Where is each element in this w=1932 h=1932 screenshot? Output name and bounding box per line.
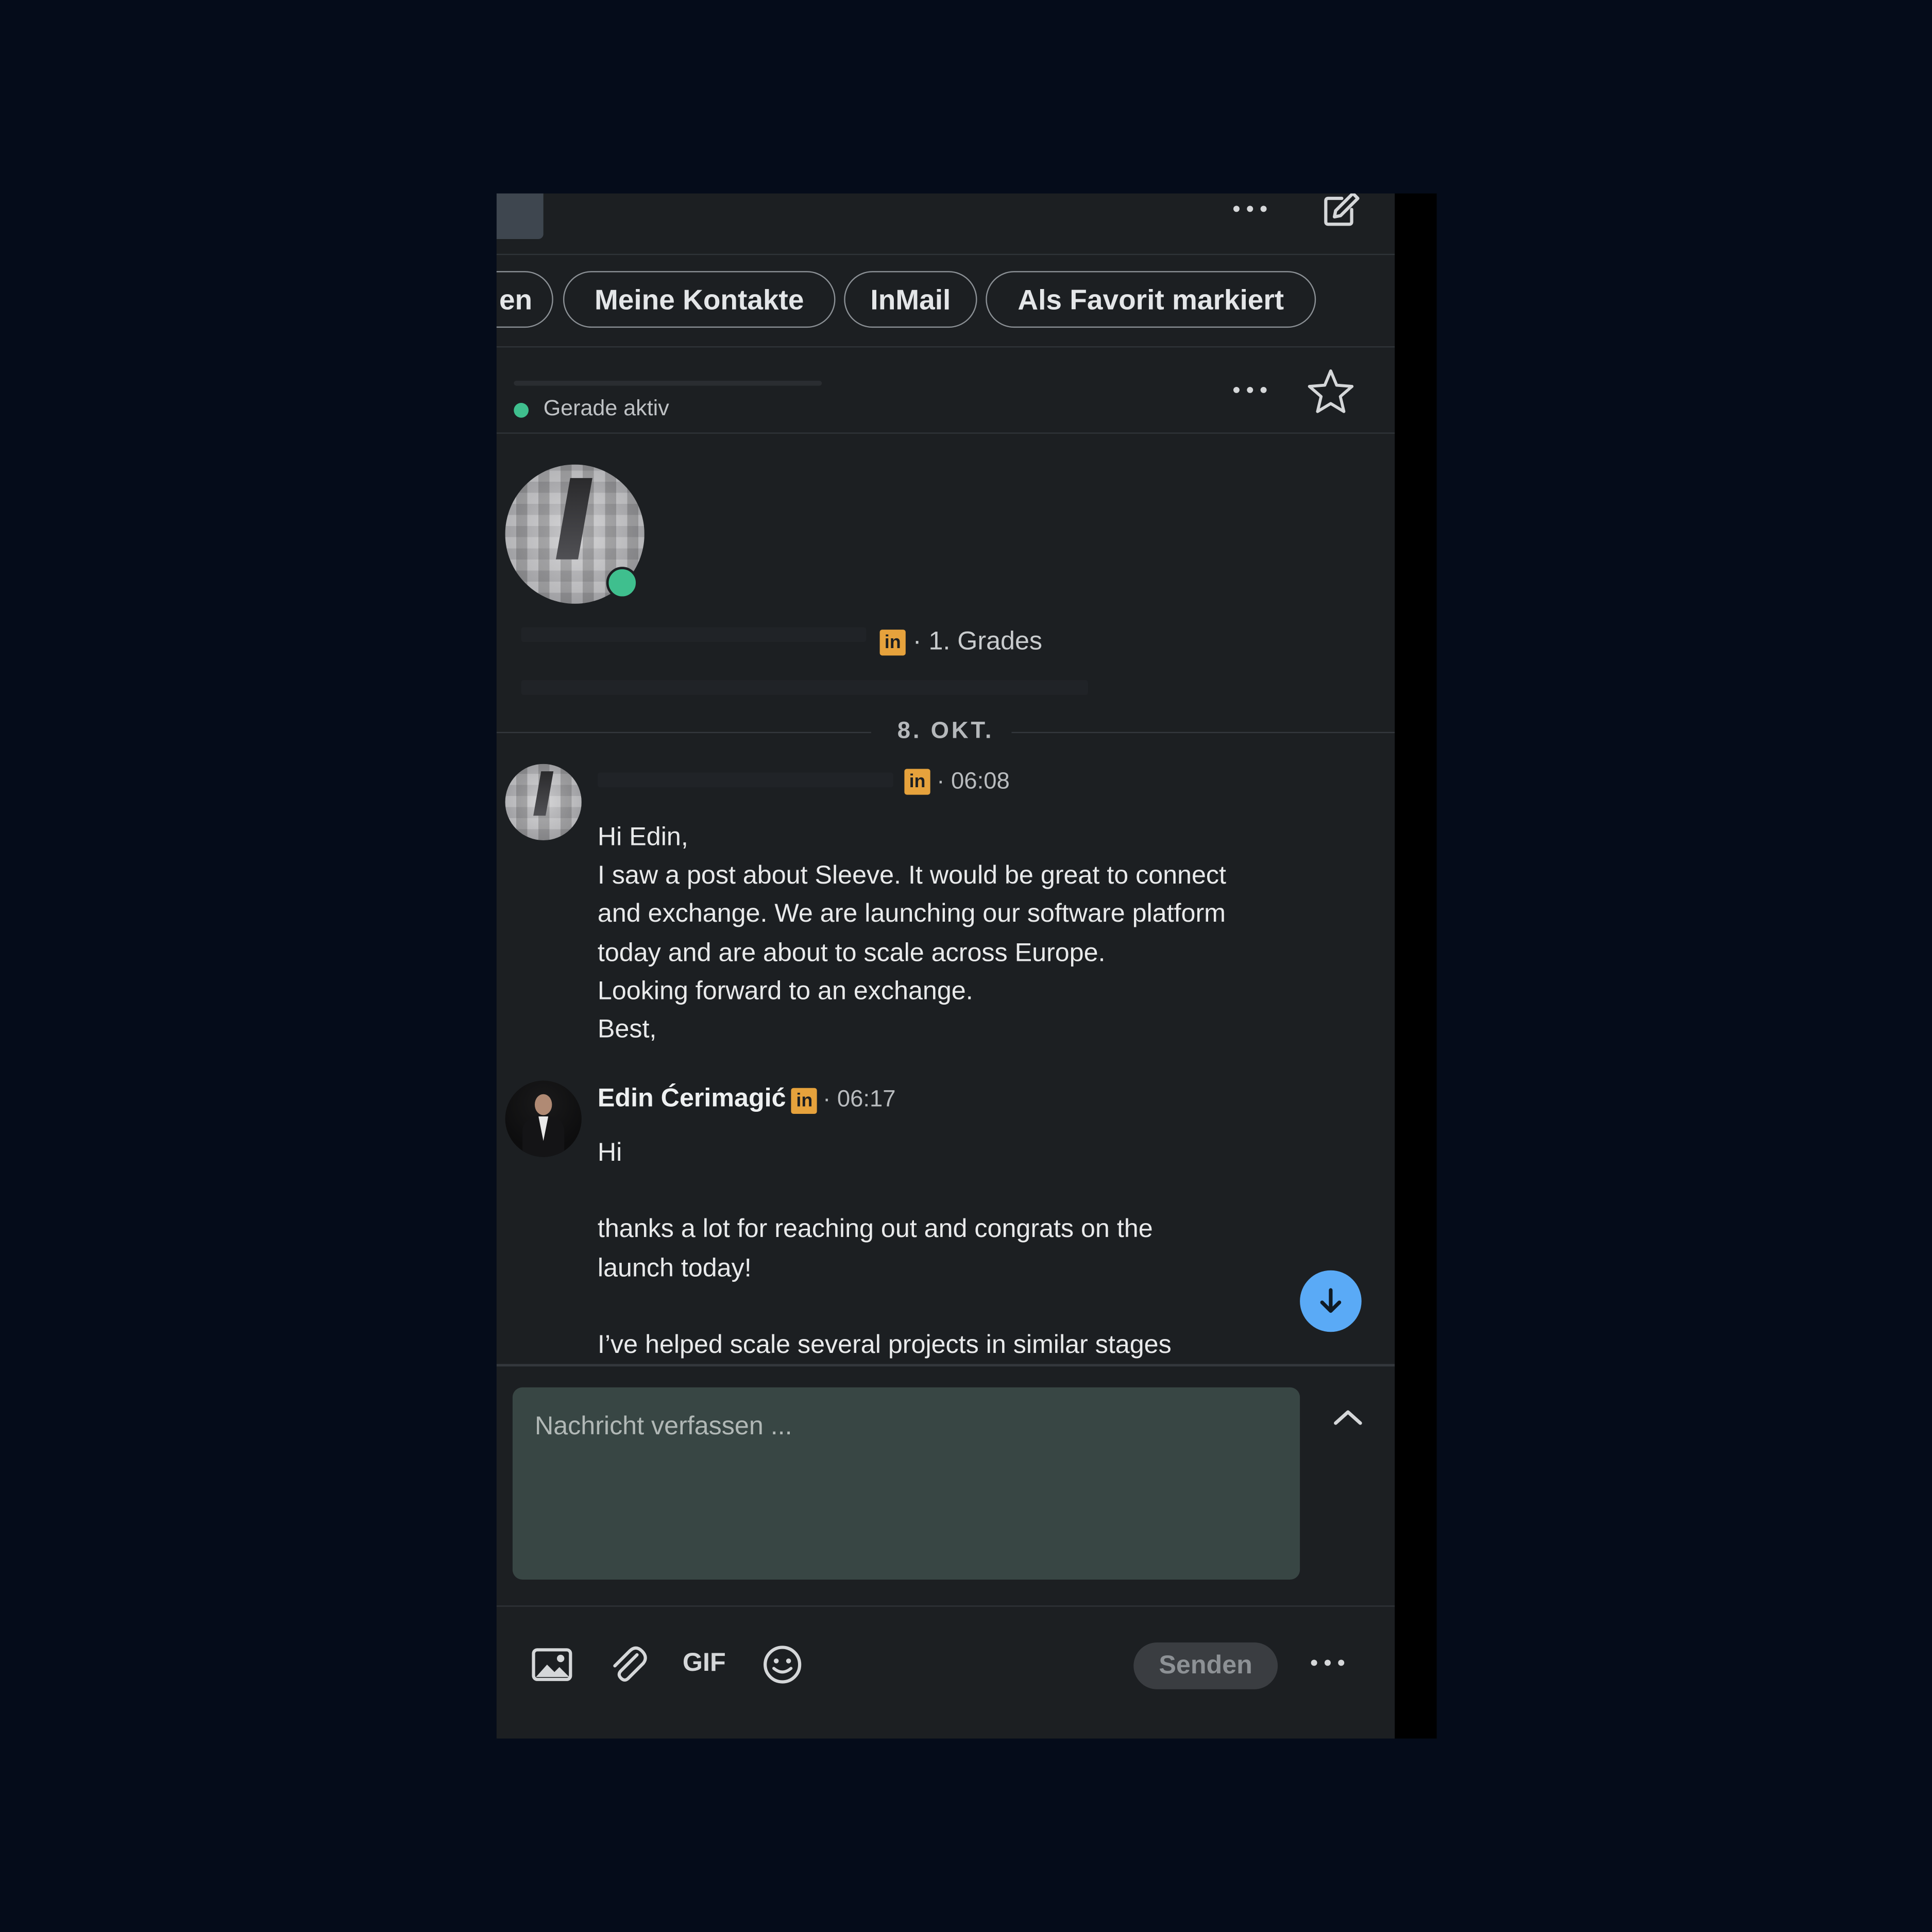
send-button[interactable]: Senden <box>1133 1642 1278 1689</box>
message-body: Hi thanks a lot for reaching out and con… <box>597 1138 1172 1359</box>
paperclip-icon <box>613 1646 647 1682</box>
image-icon <box>532 1648 572 1681</box>
message-body: Hi Edin, I saw a post about Sleeve. It w… <box>597 823 1226 1044</box>
redacted-profile-headline <box>521 680 1088 695</box>
linkedin-badge-icon: in <box>904 769 930 795</box>
date-divider-label: 8. OKT. <box>897 718 994 744</box>
filter-chip-partial[interactable]: en <box>496 271 553 328</box>
window-edge <box>1395 193 1437 1739</box>
sender-avatar[interactable] <box>505 764 582 841</box>
message-input[interactable] <box>512 1387 1300 1580</box>
redacted-sender-name <box>597 772 893 788</box>
message-meta: in · 06:08 <box>904 769 1010 796</box>
profile-connection-degree: in · 1. Grades <box>879 627 1043 656</box>
emoji-button[interactable] <box>759 1641 806 1688</box>
messaging-panel: en Meine Kontakte InMail Als Favorit mar… <box>496 193 1395 1739</box>
filter-chip-row: en Meine Kontakte InMail Als Favorit mar… <box>496 255 1395 348</box>
redacted-profile-name <box>521 627 867 642</box>
connection-degree-label: · 1. Grades <box>912 627 1043 656</box>
composer-toolbar: GIF Senden <box>497 1604 1395 1739</box>
online-status-icon <box>514 403 529 418</box>
linkedin-badge-icon: in <box>791 1088 818 1114</box>
edin-avatar[interactable] <box>505 1080 582 1157</box>
arrow-down-icon <box>1320 1288 1342 1313</box>
sender-name[interactable]: Edin Ćerimagić <box>598 1084 786 1113</box>
compose-message-icon[interactable] <box>1319 193 1361 230</box>
gif-button[interactable]: GIF <box>683 1649 726 1678</box>
presence-status: Gerade aktiv <box>543 395 669 420</box>
attach-file-button[interactable] <box>605 1641 652 1688</box>
online-indicator-icon <box>606 567 638 599</box>
messaging-topbar <box>496 193 1395 256</box>
message-composer <box>496 1364 1395 1607</box>
message-time: · 06:17 <box>823 1087 896 1113</box>
composer-more-options-icon[interactable] <box>1311 1659 1345 1666</box>
redacted-contact-name <box>514 380 822 386</box>
conversation-header: Gerade aktiv <box>496 347 1395 434</box>
scroll-to-bottom-button[interactable] <box>1300 1270 1362 1332</box>
emoji-icon <box>764 1646 802 1684</box>
filter-chip-meine-kontakte[interactable]: Meine Kontakte <box>563 271 836 328</box>
more-options-icon[interactable] <box>1233 206 1267 212</box>
conversation-options-icon[interactable] <box>1233 386 1267 393</box>
filter-chip-inmail[interactable]: InMail <box>844 271 977 328</box>
filter-chip-favorites[interactable]: Als Favorit markiert <box>986 271 1316 328</box>
attach-image-button[interactable] <box>529 1641 575 1688</box>
search-field-fragment[interactable] <box>496 193 544 239</box>
message-meta: Edin Ćerimagić in · 06:17 <box>598 1084 896 1114</box>
star-icon[interactable] <box>1306 367 1355 417</box>
message-time: · 06:08 <box>937 769 1010 795</box>
linkedin-badge-icon: in <box>879 629 906 656</box>
chevron-up-icon[interactable] <box>1330 1404 1367 1429</box>
